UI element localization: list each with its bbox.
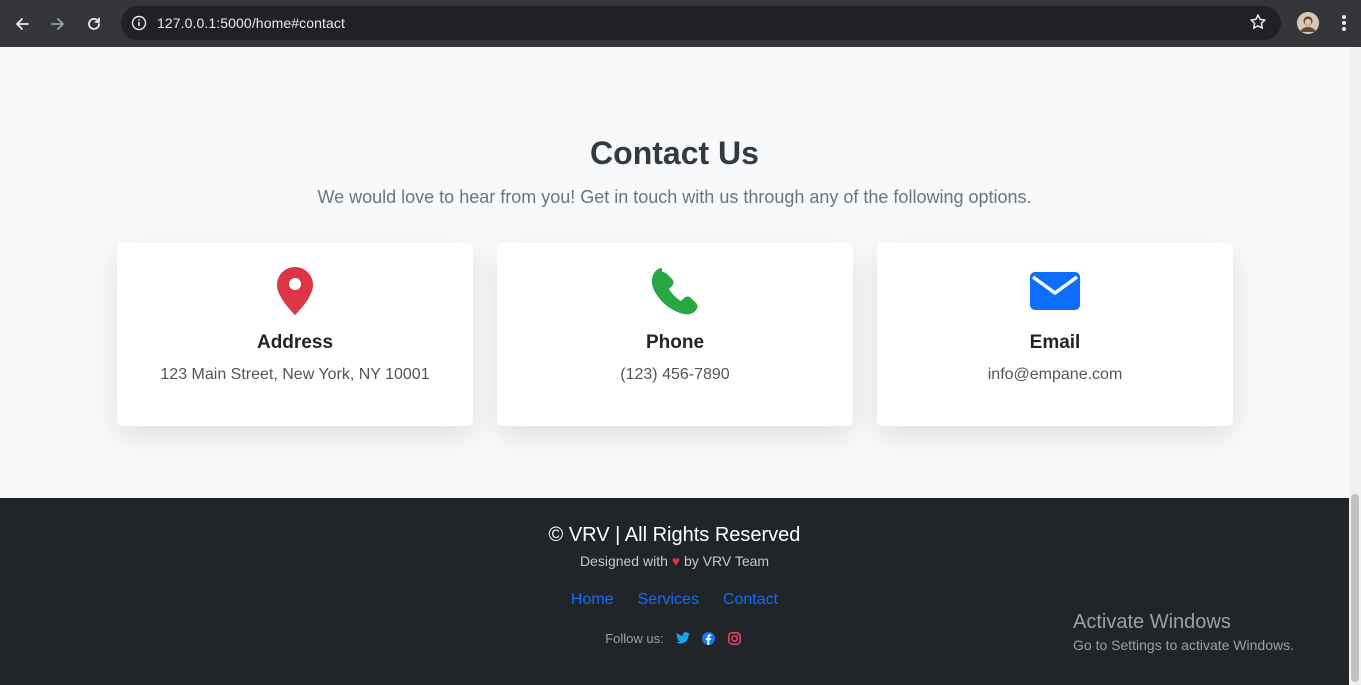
reload-button[interactable] [76, 6, 112, 42]
designed-suffix: by VRV Team [683, 553, 770, 569]
facebook-icon[interactable] [700, 629, 718, 647]
url-text[interactable]: 127.0.0.1:5000/home#contact [157, 15, 345, 31]
page-scrollbar[interactable] [1349, 47, 1361, 685]
map-pin-icon [117, 265, 473, 317]
footer-nav: Home Services Contact [0, 591, 1349, 609]
profile-avatar[interactable] [1297, 12, 1319, 34]
address-text: 123 Main Street, New York, NY 10001 [160, 366, 430, 383]
activate-windows-watermark: Activate Windows Go to Settings to activ… [1073, 611, 1294, 653]
footer-link-home[interactable]: Home [571, 591, 614, 609]
designed-prefix: Designed with [579, 553, 668, 569]
activate-windows-title: Activate Windows [1073, 611, 1231, 633]
footer-link-contact[interactable]: Contact [723, 591, 778, 609]
twitter-icon[interactable] [674, 629, 692, 647]
contact-section: Contact Us We would love to hear from yo… [0, 47, 1349, 498]
instagram-icon[interactable] [726, 629, 744, 647]
browser-toolbar: 127.0.0.1:5000/home#contact [0, 0, 1361, 47]
contact-title: Contact Us [590, 135, 759, 171]
footer: © VRV | All Rights Reserved Designed wit… [0, 498, 1349, 685]
email-card: Email info@empane.com [877, 243, 1233, 426]
footer-link-services[interactable]: Services [638, 591, 699, 609]
forward-button[interactable] [40, 6, 76, 42]
footer-designed-by: Designed with ♥ by VRV Team [0, 553, 1349, 569]
browser-menu-icon[interactable] [1334, 12, 1354, 34]
scrollbar-thumb[interactable] [1351, 494, 1359, 682]
follow-label: Follow us: [605, 630, 664, 646]
site-info-icon[interactable] [129, 13, 149, 33]
address-card: Address 123 Main Street, New York, NY 10… [117, 243, 473, 426]
activate-windows-subtitle: Go to Settings to activate Windows. [1073, 637, 1294, 653]
footer-copyright: © VRV | All Rights Reserved [548, 524, 801, 546]
phone-card: Phone (123) 456-7890 [497, 243, 853, 426]
arrow-right-icon [51, 17, 64, 30]
reload-icon [88, 17, 100, 30]
address-title: Address [256, 332, 334, 353]
arrow-left-icon [16, 17, 29, 30]
heart-icon: ♥ [671, 553, 681, 569]
email-text: info@empane.com [987, 366, 1123, 383]
bookmark-star-icon[interactable] [1249, 13, 1267, 36]
email-title: Email [1029, 332, 1081, 353]
phone-text: (123) 456-7890 [620, 366, 730, 383]
address-bar[interactable]: 127.0.0.1:5000/home#contact [121, 6, 1281, 40]
contact-subtitle: We would love to hear from you! Get in t… [317, 187, 1032, 207]
envelope-icon [877, 265, 1233, 317]
back-button[interactable] [4, 6, 40, 42]
phone-icon [497, 265, 853, 317]
phone-title: Phone [645, 332, 705, 353]
